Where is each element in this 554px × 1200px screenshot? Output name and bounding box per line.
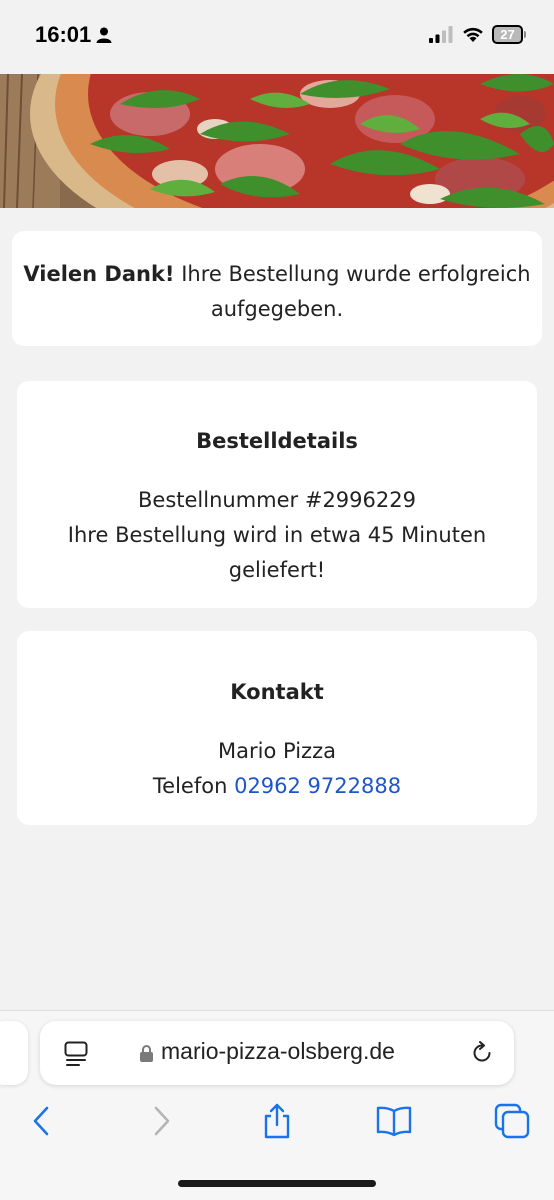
cellular-signal-icon — [429, 26, 453, 43]
battery-tip — [524, 31, 526, 38]
status-time: 16:01 — [35, 22, 92, 47]
bookmarks-button[interactable] — [376, 1103, 412, 1139]
hero-pizza-image — [0, 74, 554, 208]
contact-name: Mario Pizza — [218, 739, 336, 763]
status-bar: 16:01 27 — [0, 0, 554, 74]
home-indicator[interactable] — [178, 1180, 376, 1187]
back-button[interactable] — [24, 1103, 60, 1139]
contact-title: Kontakt — [230, 680, 324, 704]
contact-card: Kontakt Mario Pizza Telefon 02962 972288… — [17, 631, 537, 825]
share-button[interactable] — [259, 1103, 295, 1139]
confirmation-message: Vielen Dank! Ihre Bestellung wurde erfol… — [12, 257, 542, 327]
wifi-icon — [463, 27, 483, 42]
confirmation-text: Ihre Bestellung wurde erfolgreich aufgeg… — [174, 262, 531, 321]
phone-label: Telefon — [152, 774, 235, 798]
browser-bottom-bar: mario-pizza-olsberg.de — [0, 1010, 554, 1200]
order-number: Bestellnummer #2996229 — [138, 488, 416, 512]
phone-link[interactable]: 02962 9722888 — [234, 774, 401, 798]
confirmation-bold: Vielen Dank! — [23, 262, 175, 286]
battery-level: 27 — [494, 27, 521, 42]
order-details-card: Bestelldetails Bestellnummer #2996229 Ih… — [17, 381, 537, 608]
contact-body: Mario Pizza Telefon 02962 9722888 — [37, 734, 517, 804]
person-icon — [96, 27, 112, 43]
order-details-title: Bestelldetails — [196, 429, 358, 453]
pizza-illustration — [0, 74, 554, 208]
screen: 16:01 27 Vielen Dank! Ihre Bestellung wu… — [0, 0, 554, 1200]
previous-tab-preview[interactable] — [0, 1021, 28, 1085]
tabs-button[interactable] — [494, 1103, 530, 1139]
url-text[interactable]: mario-pizza-olsberg.de — [161, 1038, 395, 1065]
contact-phone-row: Telefon 02962 9722888 — [37, 769, 517, 804]
delivery-estimate: Ihre Bestellung wird in etwa 45 Minuten … — [67, 523, 487, 582]
page-menu-icon[interactable] — [64, 1041, 88, 1067]
confirmation-card: Vielen Dank! Ihre Bestellung wurde erfol… — [12, 231, 542, 346]
reload-icon[interactable] — [470, 1041, 494, 1065]
forward-button[interactable] — [143, 1103, 179, 1139]
lock-icon — [140, 1045, 153, 1062]
battery-icon: 27 — [492, 25, 526, 44]
address-bar[interactable]: mario-pizza-olsberg.de — [40, 1021, 514, 1085]
order-details-body: Bestellnummer #2996229 Ihre Bestellung w… — [47, 483, 507, 588]
